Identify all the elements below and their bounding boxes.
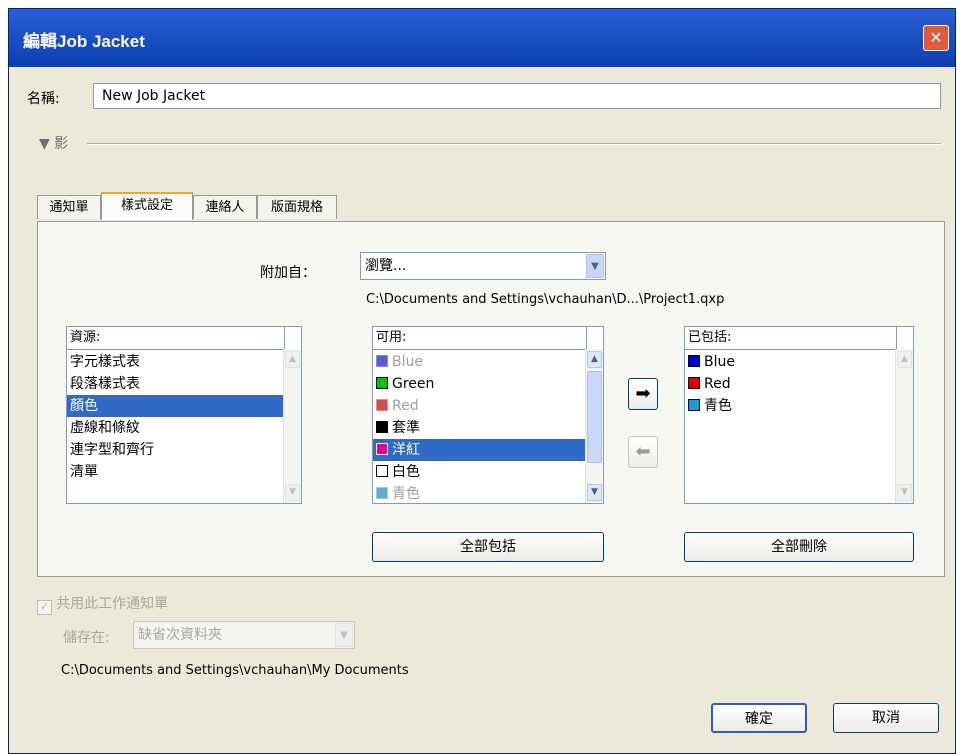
list-item[interactable]: 洋紅: [373, 439, 588, 461]
style-settings-panel: 附加自： 瀏覽... ▼ C:\Documents and Settings\v…: [37, 221, 945, 577]
included-scrollbar[interactable]: ▲ ▼: [895, 349, 913, 503]
scroll-up-icon[interactable]: ▲: [897, 351, 912, 368]
cancel-button[interactable]: 取消: [833, 703, 939, 733]
name-label: 名稱:: [27, 91, 60, 107]
list-item[interactable]: 白色: [373, 461, 588, 483]
color-swatch: [376, 421, 388, 433]
share-checkbox-row[interactable]: ✓ 共用此工作通知單: [37, 593, 168, 615]
color-swatch: [376, 355, 388, 367]
list-item[interactable]: 連字型和齊行: [67, 439, 286, 461]
scroll-down-icon[interactable]: ▼: [897, 484, 912, 501]
available-scrollbar[interactable]: ▲ ▼: [585, 349, 603, 503]
collapse-toggle[interactable]: ▼ 影: [39, 133, 68, 153]
scroll-down-icon[interactable]: ▼: [285, 484, 300, 501]
chevron-down-icon: ▼: [586, 254, 604, 278]
append-from-dropdown[interactable]: 瀏覽... ▼: [360, 252, 606, 280]
resources-header: 資源:: [67, 327, 301, 350]
save-in-dropdown[interactable]: 缺省次資料夾 ▼: [133, 621, 355, 649]
name-input[interactable]: New Job Jacket: [93, 83, 941, 109]
list-item[interactable]: Red: [373, 395, 588, 417]
list-item[interactable]: Green: [373, 373, 588, 395]
list-item[interactable]: 青色: [373, 483, 588, 503]
checkbox-icon[interactable]: ✓: [37, 600, 52, 615]
list-item[interactable]: Blue: [685, 351, 898, 373]
list-item[interactable]: Red: [685, 373, 898, 395]
save-path: C:\Documents and Settings\vchauhan\My Do…: [61, 663, 409, 678]
resources-scrollbar[interactable]: ▲ ▼: [283, 349, 301, 503]
list-item[interactable]: 套準: [373, 417, 588, 439]
tab-style-settings[interactable]: 樣式設定: [101, 192, 193, 220]
edit-job-jacket-dialog: 編輯Job Jacket ✕ 名稱: New Job Jacket ▼ 影 通知…: [8, 8, 956, 754]
ok-button[interactable]: 確定: [711, 703, 807, 733]
tab-notice[interactable]: 通知單: [37, 195, 101, 219]
section-divider: [87, 143, 941, 145]
resources-list[interactable]: 資源: 字元樣式表 段落樣式表 顏色 虛線和條紋 連字型和齊行 清單 ▲ ▼: [66, 326, 302, 504]
name-input-value: New Job Jacket: [102, 88, 206, 104]
add-arrow-button[interactable]: ➡: [628, 378, 658, 410]
remove-all-button[interactable]: 全部刪除: [684, 532, 914, 562]
list-item[interactable]: 清單: [67, 461, 286, 483]
color-swatch: [376, 377, 388, 389]
save-in-label: 儲存在:: [63, 630, 110, 646]
scroll-thumb[interactable]: [587, 371, 602, 463]
scroll-down-icon[interactable]: ▼: [587, 484, 602, 501]
append-from-label: 附加自：: [260, 265, 316, 281]
color-swatch: [688, 355, 700, 367]
included-header: 已包括:: [685, 327, 913, 350]
available-header: 可用:: [373, 327, 603, 350]
list-item[interactable]: 段落樣式表: [67, 373, 286, 395]
title-bar: 編輯Job Jacket ✕: [9, 9, 955, 67]
included-list[interactable]: 已包括: Blue Red 青色 ▲ ▼: [684, 326, 914, 504]
list-item[interactable]: 顏色: [67, 395, 286, 417]
scroll-up-icon[interactable]: ▲: [587, 351, 602, 368]
tab-layout-specs[interactable]: 版面規格: [257, 195, 337, 219]
list-item[interactable]: 青色: [685, 395, 898, 417]
chevron-down-icon: ▼: [335, 623, 353, 647]
color-swatch: [376, 465, 388, 477]
list-item[interactable]: Blue: [373, 351, 588, 373]
append-from-value: 瀏覽...: [365, 258, 407, 274]
remove-arrow-button[interactable]: ⬅: [628, 436, 658, 468]
color-swatch: [376, 487, 388, 499]
color-swatch: [376, 443, 388, 455]
scroll-up-icon[interactable]: ▲: [285, 351, 300, 368]
available-list[interactable]: 可用: Blue Green Red 套準 洋紅 白色 青色 ▲ ▼: [372, 326, 604, 504]
close-button[interactable]: ✕: [923, 25, 949, 51]
list-item[interactable]: 字元樣式表: [67, 351, 286, 373]
tab-contacts[interactable]: 連絡人: [193, 195, 257, 219]
share-checkbox-label: 共用此工作通知單: [56, 596, 169, 612]
include-all-button[interactable]: 全部包括: [372, 532, 604, 562]
color-swatch: [376, 399, 388, 411]
list-item[interactable]: 虛線和條紋: [67, 417, 286, 439]
color-swatch: [688, 377, 700, 389]
save-in-value: 缺省次資料夾: [138, 627, 222, 643]
window-title: 編輯Job Jacket: [23, 32, 145, 51]
color-swatch: [688, 399, 700, 411]
append-from-path: C:\Documents and Settings\vchauhan\D...\…: [366, 292, 725, 307]
